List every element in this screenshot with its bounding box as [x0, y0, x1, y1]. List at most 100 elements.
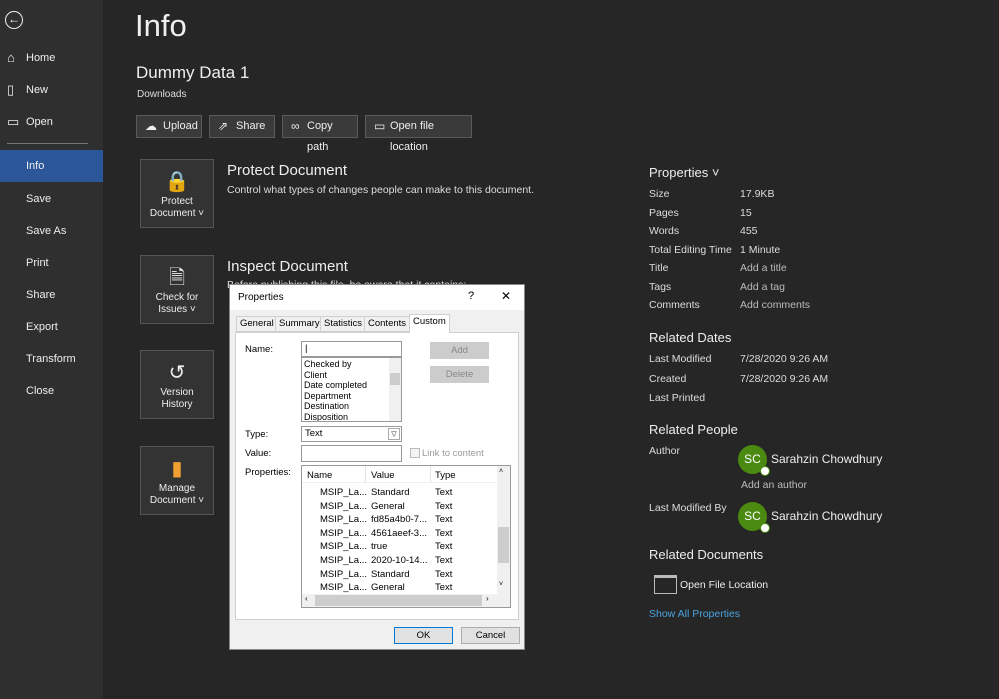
add-button[interactable]: Add	[430, 342, 489, 359]
scrollbar[interactable]	[389, 358, 401, 421]
add-comments-field[interactable]: Add comments	[740, 299, 810, 311]
list-item[interactable]: Checked by	[304, 359, 367, 370]
table-row[interactable]: MSIP_La... true Text	[302, 541, 492, 555]
cell: MSIP_La...	[320, 500, 367, 512]
prop-value: 15	[740, 207, 752, 219]
author-label: Author	[649, 445, 680, 457]
prop-label: Words	[649, 225, 680, 237]
protect-document-button[interactable]: 🔒 Protect Document ˅	[140, 159, 214, 228]
tab-general[interactable]: General	[236, 316, 278, 332]
add-title-field[interactable]: Add a title	[740, 262, 787, 274]
add-author-link[interactable]: Add an author	[741, 479, 807, 491]
table-row[interactable]: MSIP_La... General Text	[302, 501, 492, 515]
sidebar-item-open[interactable]: ▭ Open	[0, 106, 103, 138]
scroll-left-icon[interactable]: ‹	[305, 594, 308, 603]
page-title: Info	[135, 8, 187, 43]
list-item[interactable]: Destination	[304, 401, 367, 412]
tile-label: Check for	[155, 292, 199, 303]
scroll-right-icon[interactable]: ›	[486, 594, 489, 603]
cancel-button[interactable]: Cancel	[461, 627, 520, 644]
cell: true	[371, 541, 388, 553]
cell: General	[371, 582, 405, 594]
list-item[interactable]: Client	[304, 370, 367, 381]
back-arrow-icon[interactable]: ←	[5, 11, 23, 29]
cell: Text	[435, 568, 453, 580]
ok-button[interactable]: OK	[394, 627, 453, 644]
list-item[interactable]: Department	[304, 391, 367, 402]
cloud-upload-icon: ☁	[145, 119, 157, 133]
close-button[interactable]: ✕	[501, 289, 511, 303]
sidebar-item-save[interactable]: Save	[0, 183, 103, 215]
copy-path-button[interactable]: ∞ Copy path	[282, 115, 358, 153]
scroll-down-icon[interactable]: ˅	[499, 581, 503, 588]
sidebar-divider	[7, 143, 88, 144]
delete-button[interactable]: Delete	[430, 366, 489, 383]
sidebar-item-close[interactable]: Close	[0, 375, 103, 407]
manage-document-button[interactable]: ▮ Manage Document ˅	[140, 446, 214, 515]
type-select[interactable]: Text ▽	[301, 426, 402, 442]
share-button[interactable]: ⇗ Share	[209, 115, 275, 138]
new-document-icon: ▯	[7, 82, 15, 97]
table-row[interactable]: MSIP_La... Standard Text	[302, 487, 492, 501]
link-icon: ∞	[291, 119, 300, 133]
sidebar-item-print[interactable]: Print	[0, 247, 103, 279]
cell: Text	[435, 527, 453, 539]
tab-summary[interactable]: Summary	[275, 316, 324, 332]
tab-contents[interactable]: Contents	[364, 316, 411, 332]
column-header-type[interactable]: Type	[435, 470, 456, 481]
table-row[interactable]: MSIP_La... fd85a4b0-7... Text	[302, 514, 492, 528]
avatar-initials: SC	[744, 509, 761, 523]
vertical-scrollbar[interactable]: ˄ ˅	[497, 466, 510, 594]
scroll-thumb[interactable]	[498, 527, 509, 563]
sidebar-item-label: Transform	[26, 353, 76, 365]
sidebar-item-label: Print	[26, 257, 49, 269]
scroll-thumb[interactable]	[390, 373, 400, 385]
list-item[interactable]: Disposition	[304, 412, 367, 422]
sidebar-item-transform[interactable]: Transform	[0, 343, 103, 375]
link-to-content-checkbox[interactable]	[410, 448, 420, 458]
name-input[interactable]: |	[301, 341, 402, 357]
properties-header[interactable]: Properties ˅	[649, 165, 719, 180]
check-for-issues-button[interactable]: 🗎 Check for Issues ˅	[140, 255, 214, 324]
open-file-location-button[interactable]: ▭ Open file location	[365, 115, 472, 153]
scroll-up-icon[interactable]: ˄	[499, 468, 503, 475]
sidebar-item-new[interactable]: ▯ New	[0, 74, 103, 106]
avatar[interactable]: SC	[738, 445, 770, 476]
folder-icon: ▭	[374, 119, 386, 133]
inspect-document-title: Inspect Document	[227, 258, 348, 275]
tab-statistics[interactable]: Statistics	[320, 316, 367, 332]
column-header-name[interactable]: Name	[307, 470, 332, 481]
table-row[interactable]: MSIP_La... 2020-10-14... Text	[302, 555, 492, 569]
sidebar-item-info[interactable]: Info	[0, 150, 103, 182]
scroll-thumb[interactable]	[315, 595, 482, 606]
show-all-properties-link[interactable]: Show All Properties	[649, 608, 740, 620]
author-name[interactable]: Sarahzin Chowdhury	[771, 452, 882, 466]
list-item[interactable]: Date completed	[304, 380, 367, 391]
name-list[interactable]: Checked by Client Date completed Departm…	[301, 357, 402, 422]
sidebar-item-home[interactable]: ⌂ Home	[0, 42, 103, 74]
home-icon: ⌂	[7, 50, 15, 65]
avatar[interactable]: SC	[738, 502, 770, 533]
properties-dialog: Properties ? ✕ General Summary Statistic…	[229, 284, 525, 650]
column-header-value[interactable]: Value	[371, 470, 395, 481]
prop-value: 17.9KB	[740, 188, 775, 200]
add-tag-field[interactable]: Add a tag	[740, 281, 785, 293]
inspect-document-icon: 🗎	[168, 267, 186, 289]
date-value: 7/28/2020 9:26 AM	[740, 353, 829, 365]
modified-by-name[interactable]: Sarahzin Chowdhury	[771, 509, 882, 523]
properties-list[interactable]: Name Value Type MSIP_La... Standard Text MS…	[301, 465, 511, 608]
value-input[interactable]	[301, 445, 402, 462]
help-button[interactable]: ?	[468, 290, 474, 302]
table-row[interactable]: MSIP_La... Standard Text	[302, 569, 492, 583]
sidebar-item-share[interactable]: Share	[0, 279, 103, 311]
upload-button[interactable]: ☁ Upload	[136, 115, 202, 138]
open-file-location-link[interactable]: Open File Location	[680, 579, 768, 591]
sidebar-item-export[interactable]: Export	[0, 311, 103, 343]
version-history-button[interactable]: ↺ Version History	[140, 350, 214, 419]
sidebar-item-save-as[interactable]: Save As	[0, 215, 103, 247]
tab-custom[interactable]: Custom	[409, 314, 450, 333]
open-folder-icon: ▭	[7, 114, 20, 129]
table-row[interactable]: MSIP_La... 4561aeef-3... Text	[302, 528, 492, 542]
chevron-down-icon: ▽	[388, 428, 400, 440]
horizontal-scrollbar[interactable]: ‹ ›	[302, 594, 510, 607]
